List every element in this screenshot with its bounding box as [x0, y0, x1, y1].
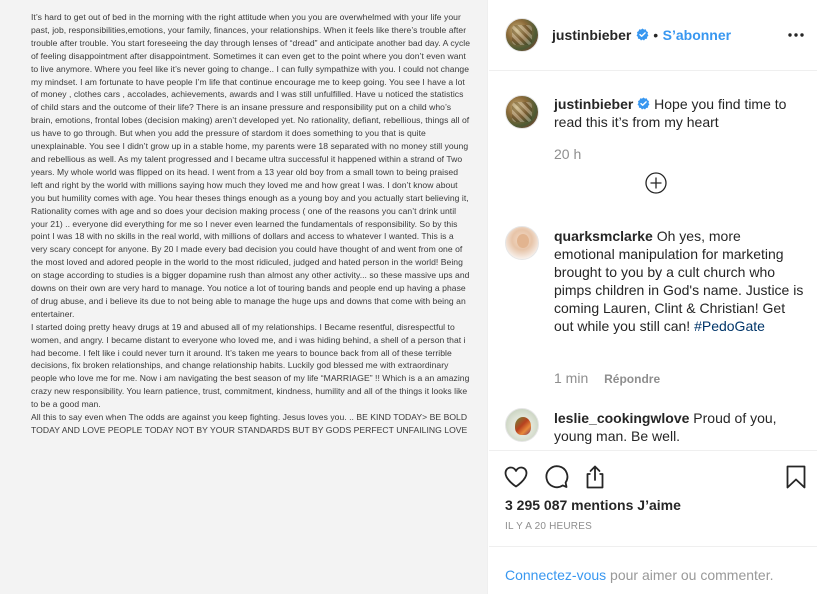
login-link[interactable]: Connectez-vous [505, 567, 606, 583]
notes-paragraph: It’s hard to get out of bed in the morni… [31, 12, 471, 319]
likes-count[interactable]: 3 295 087 mentions J’aime [505, 497, 681, 513]
author-line: justinbieber • S’abonner [552, 27, 731, 45]
comment-text-block: leslie_cookingwlove Proud of you, young … [554, 409, 804, 445]
notes-text: It’s hard to get out of bed in the morni… [31, 11, 471, 437]
comment-text-block: quarksmclarke Oh yes, more emotional man… [554, 227, 804, 335]
posted-time[interactable]: IL Y A 20 HEURES [505, 521, 592, 532]
verified-badge-icon [637, 97, 650, 110]
caption-username[interactable]: justinbieber [554, 96, 633, 112]
bookmark-icon[interactable] [783, 464, 809, 490]
caption-time[interactable]: 20 h [554, 146, 581, 162]
caption-text-block: justinbieber Hope you find time to read … [554, 95, 804, 131]
verified-badge-icon [636, 28, 649, 41]
author-username[interactable]: justinbieber [552, 27, 631, 43]
notes-paragraph: All this to say even when The odds are a… [31, 412, 468, 435]
load-more-comments-icon[interactable] [645, 172, 667, 194]
comment-icon[interactable] [543, 464, 569, 490]
post-header: justinbieber • S’abonner [489, 0, 817, 71]
more-options-icon[interactable] [787, 26, 805, 44]
follow-button[interactable]: S’abonner [663, 27, 731, 43]
caption-avatar[interactable] [505, 95, 539, 129]
reply-button[interactable]: Répondre [604, 372, 660, 386]
post-image: It’s hard to get out of bed in the morni… [0, 0, 488, 594]
comment-meta: 1 min Répondre [554, 370, 660, 386]
comments-list[interactable]: justinbieber Hope you find time to read … [489, 72, 817, 450]
comment-hashtag[interactable]: #PedoGate [694, 318, 765, 334]
heart-icon[interactable] [503, 464, 529, 490]
post-sidebar: justinbieber • S’abonner justinbieber Ho… [489, 0, 817, 594]
comment-username[interactable]: quarksmclarke [554, 228, 653, 244]
comment-avatar[interactable] [505, 408, 539, 442]
comment-username[interactable]: leslie_cookingwlove [554, 410, 689, 426]
caption-meta: 20 h [554, 146, 593, 162]
share-icon[interactable] [582, 464, 608, 490]
author-avatar[interactable] [505, 18, 539, 52]
comment-time[interactable]: 1 min [554, 370, 588, 386]
login-prompt-text: Connectez-vous pour aimer ou commenter. [505, 567, 773, 583]
login-prompt: Connectez-vous pour aimer ou commenter. [489, 546, 817, 594]
notes-paragraph: I started doing pretty heavy drugs at 19… [31, 321, 470, 410]
login-prompt-rest: pour aimer ou commenter. [606, 567, 774, 583]
header-separator: • [653, 27, 659, 43]
comment-avatar[interactable] [505, 226, 539, 260]
